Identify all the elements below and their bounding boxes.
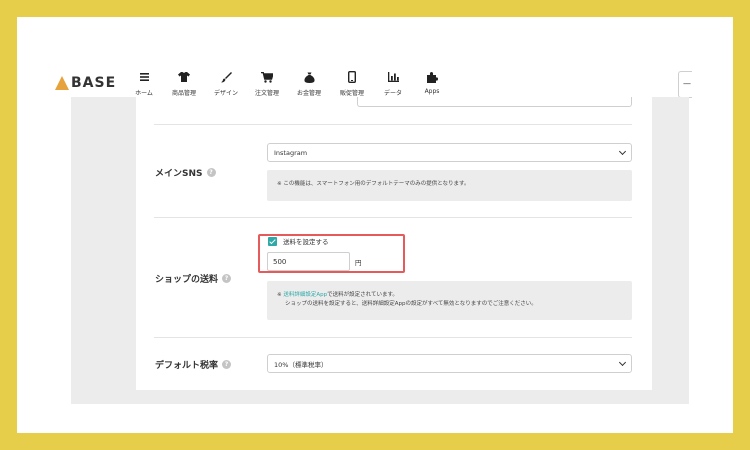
section-divider — [154, 217, 632, 218]
shipping-note-line1: ※ 送料詳細設定Appで送料が設定されています。 — [277, 291, 622, 300]
menu-icon — [137, 70, 151, 84]
note-line1-rest: で送料が設定されています。 — [327, 292, 398, 298]
logo-text: BASE — [71, 75, 117, 91]
cart-icon — [260, 70, 274, 84]
shipping-label-text: ショップの送料 — [155, 275, 219, 285]
nav-label: デザイン — [213, 90, 238, 97]
nav-item-products[interactable]: 商品管理 — [162, 70, 206, 97]
nav-label: 販促管理 — [339, 90, 364, 97]
main-sns-note: ※ この機能は、スマートフォン用のデフォルトテーマのみの提供となります。 — [267, 170, 632, 201]
nav-item-home[interactable]: ホーム — [126, 70, 162, 97]
help-icon[interactable]: ? — [206, 168, 216, 177]
tax-label-text: デフォルト税率 — [155, 361, 219, 371]
nav-label: お金管理 — [296, 90, 321, 97]
nav-label: 商品管理 — [171, 90, 196, 97]
nav-label: 注文管理 — [254, 90, 279, 97]
nav-item-money[interactable]: お金管理 — [288, 70, 330, 97]
shipping-note-line2: ショップの送料を設定すると、送料詳細設定Appの設定がすべて無効となりますのでご… — [285, 301, 537, 307]
base-logo[interactable]: BASE — [55, 72, 116, 94]
nav-label: Apps — [424, 88, 440, 95]
help-icon[interactable]: ? — [222, 274, 232, 283]
bar-chart-icon — [386, 70, 400, 84]
nav-item-data[interactable]: データ — [374, 70, 412, 97]
nav-item-apps[interactable]: Apps — [412, 70, 452, 97]
tax-label: デフォルト税率 ? — [155, 358, 232, 371]
phone-icon — [345, 70, 359, 84]
main-sns-label-text: メインSNS — [155, 169, 203, 179]
help-icon[interactable]: ? — [222, 360, 232, 369]
logo-triangle-icon — [55, 76, 69, 90]
shipping-note: ※ 送料詳細設定Appで送料が設定されています。 ショップの送料を設定すると、送… — [267, 281, 632, 320]
previous-select-field[interactable] — [357, 97, 632, 107]
tax-rate-select[interactable]: 10%（標準税率） — [267, 354, 632, 373]
nav-item-orders[interactable]: 注文管理 — [246, 70, 288, 97]
money-bag-icon — [302, 70, 316, 84]
highlight-box — [258, 234, 405, 273]
chevron-down-icon — [618, 147, 627, 155]
section-divider — [154, 124, 632, 125]
puzzle-icon — [425, 70, 439, 84]
shirt-icon — [177, 70, 191, 84]
shipping-label: ショップの送料 ? — [155, 272, 232, 285]
tax-rate-selected-value: 10%（標準税率） — [274, 360, 328, 369]
nav-label: データ — [383, 90, 402, 97]
nav-label: ホーム — [135, 90, 153, 97]
nav-item-design[interactable]: デザイン — [206, 70, 246, 97]
chevron-down-icon — [618, 358, 627, 366]
main-sns-note-text: ※ この機能は、スマートフォン用のデフォルトテーマのみの提供となります。 — [277, 181, 470, 187]
main-sns-label: メインSNS ? — [155, 166, 216, 179]
section-divider — [154, 337, 632, 338]
account-menu-button[interactable]: — — [678, 71, 692, 98]
brush-icon — [219, 70, 233, 84]
nav-item-promotion[interactable]: 販促管理 — [330, 70, 374, 97]
main-sns-select[interactable]: Instagram — [267, 143, 632, 162]
shipping-app-link[interactable]: 送料詳細設定App — [283, 292, 327, 298]
main-sns-selected-value: Instagram — [274, 148, 308, 157]
main-nav: ホーム 商品管理 デザイン 注文管理 お金管理 販促管理 データ Apps — [126, 70, 452, 97]
